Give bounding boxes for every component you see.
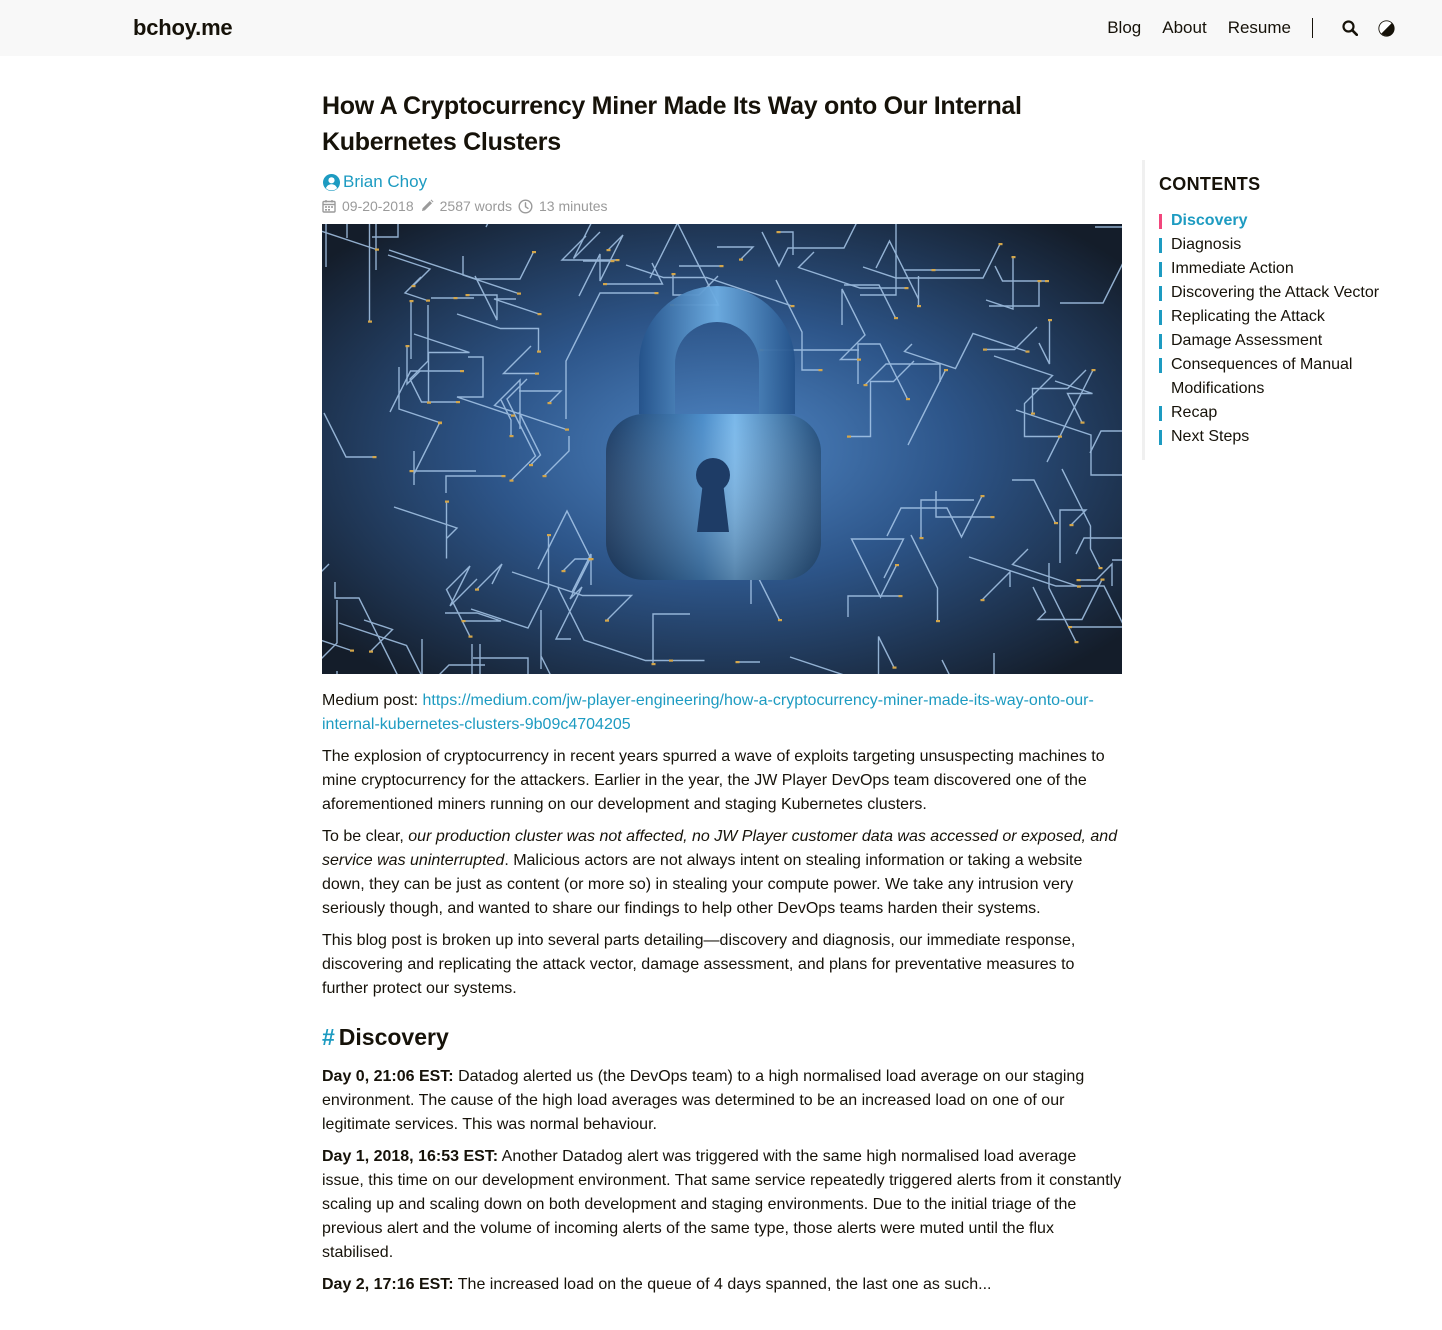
nav-about-link[interactable]: About [1162,18,1206,38]
site-brand-link[interactable]: bchoy.me [133,15,233,41]
table-of-contents: CONTENTS Discovery Diagnosis Immediate A… [1142,160,1422,460]
search-icon[interactable] [1340,18,1360,38]
toc-item-damage-assessment[interactable]: Damage Assessment [1159,329,1422,353]
pencil-icon [421,199,434,211]
hero-padlock-image [322,224,1122,674]
post-meta: 09-20-2018 2587 words 13 minutes [322,198,1122,214]
clarification-paragraph: To be clear, our production cluster was … [322,828,1118,917]
medium-post-link[interactable]: https://medium.com/jw-player-engineering… [322,692,1094,733]
nav-resume-link[interactable]: Resume [1228,18,1291,38]
author-name[interactable]: Brian Choy [343,172,427,192]
overview-paragraph: This blog post is broken up into several… [322,932,1076,997]
day0-paragraph: Day 0, 21:06 EST: Datadog alerted us (th… [322,1068,1085,1133]
nav-blog-link[interactable]: Blog [1107,18,1141,38]
user-circle-icon [323,173,340,191]
main-nav: Blog About Resume [1086,0,1402,56]
toc-list: Discovery Diagnosis Immediate Action Dis… [1159,209,1422,449]
toc-item-discovering-attack-vector[interactable]: Discovering the Attack Vector [1159,281,1422,305]
day2-paragraph: Day 2, 17:16 EST: The increased load on … [322,1276,992,1293]
toc-item-replicating-attack[interactable]: Replicating the Attack [1159,305,1422,329]
clock-icon [518,198,533,214]
discovery-heading: # Discovery [322,1024,449,1050]
toc-item-discovery[interactable]: Discovery [1159,209,1422,233]
day1-paragraph: Day 1, 2018, 16:53 EST: Another Datadog … [322,1148,1122,1261]
contrast-icon[interactable] [1376,18,1396,38]
article-body: Medium post: https://medium.com/jw-playe… [322,689,1122,1297]
post-reading-time: 13 minutes [518,198,608,214]
post-title: How A Cryptocurrency Miner Made Its Way … [322,92,1022,156]
toc-item-recap[interactable]: Recap [1159,401,1422,425]
toc-item-immediate-action[interactable]: Immediate Action [1159,257,1422,281]
toc-item-consequences[interactable]: Consequences of Manual Modifications [1159,353,1422,401]
toc-item-next-steps[interactable]: Next Steps [1159,425,1422,449]
post-date: 09-20-2018 [322,198,414,214]
post-word-count: 2587 words [420,198,512,214]
toc-item-diagnosis[interactable]: Diagnosis [1159,233,1422,257]
heading-anchor-link[interactable]: # [322,1025,335,1049]
intro-paragraph: The explosion of cryptocurrency in recen… [322,748,1105,813]
toc-title: CONTENTS [1159,174,1261,194]
site-header: bchoy.me Blog About Resume [0,0,1442,56]
article: How A Cryptocurrency Miner Made Its Way … [322,88,1122,1305]
nav-divider [1312,18,1313,38]
medium-post-paragraph: Medium post: https://medium.com/jw-playe… [322,692,1094,733]
calendar-icon [322,200,336,213]
post-author[interactable]: Brian Choy [322,172,1122,192]
